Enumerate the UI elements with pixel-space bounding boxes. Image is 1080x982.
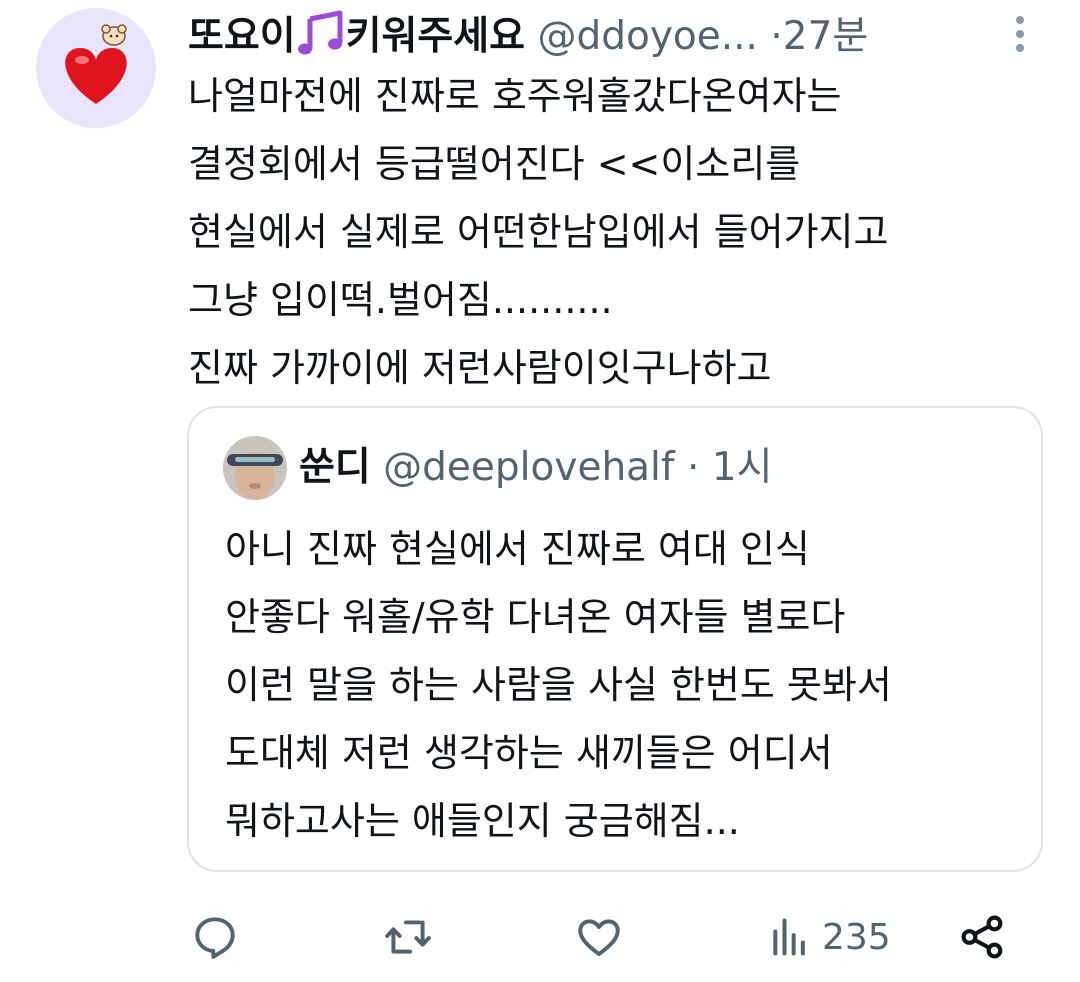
tweet-text-line: 나얼마전에 진짜로 호주워홀갔다온여자는 (188, 74, 842, 118)
avatar[interactable] (36, 8, 156, 128)
views-count: 235 (822, 916, 891, 958)
post-time[interactable]: 27분 (783, 14, 869, 59)
tweet-header: 또요이 키워주세요 @ddoyoe... ·27분 (188, 8, 988, 66)
separator-dot: · (770, 14, 783, 59)
quote-text-line: 아니 진짜 현실에서 진짜로 여대 인식 (225, 527, 810, 571)
quoted-tweet-card[interactable]: 쑨디 @deeplovehalf · 1시 아니 진짜 현실에서 진짜로 여대 … (187, 406, 1043, 872)
views-icon (773, 918, 805, 956)
quote-avatar (223, 436, 287, 500)
retweet-icon (385, 920, 431, 954)
display-name-suffix[interactable]: 키워주세요 (346, 14, 525, 59)
more-dot-icon (1016, 16, 1024, 24)
share-button[interactable] (958, 905, 1008, 969)
quote-text-line: 안좋다 워홀/유학 다녀온 여자들 별로다 (225, 595, 846, 639)
person-photo-avatar (223, 436, 287, 500)
quote-user-handle[interactable]: @deeplovehalf (383, 445, 674, 490)
user-handle[interactable]: @ddoyoe... (537, 14, 758, 59)
quote-text-line: 이런 말을 하는 사람을 사실 한번도 못봐서 (225, 663, 892, 707)
action-bar: 235 (188, 905, 1018, 969)
like-icon (578, 919, 620, 957)
quote-display-name[interactable]: 쑨디 (299, 445, 371, 490)
reply-button[interactable] (190, 905, 240, 969)
views-button[interactable]: 235 (768, 905, 891, 969)
quote-post-time[interactable]: 1시 (712, 445, 773, 490)
tweet-text-line: 그냥 입이떡.벌어짐.......... (188, 278, 613, 322)
share-icon (961, 915, 1003, 959)
reply-icon (195, 917, 235, 959)
like-button[interactable] (574, 905, 624, 969)
tweet-text-line: 진짜 가까이에 저런사람이잇구나하고 (188, 346, 772, 390)
retweet-button[interactable] (382, 905, 434, 969)
more-dot-icon (1016, 30, 1024, 38)
more-options-button[interactable] (1005, 12, 1035, 56)
quote-text-line: 뭐하고사는 애들인지 궁금해짐... (225, 799, 740, 843)
tweet-text: 나얼마전에 진짜로 호주워홀갔다온여자는 결정회에서 등급떨어진다 <<이소리를… (188, 62, 1048, 402)
quote-text: 아니 진짜 현실에서 진짜로 여대 인식 안좋다 워홀/유학 다녀온 여자들 별… (225, 515, 1025, 855)
separator-dot: · (687, 445, 700, 490)
music-note-icon (297, 10, 343, 55)
quote-text-line: 도대체 저런 생각하는 새끼들은 어디서 (225, 731, 833, 775)
tweet-text-line: 현실에서 실제로 어떤한남입에서 들어가지고 (188, 210, 889, 254)
more-dot-icon (1016, 44, 1024, 52)
display-name[interactable]: 또요이 (188, 14, 296, 59)
tweet-text-line: 결정회에서 등급떨어진다 <<이소리를 (188, 142, 801, 186)
quote-header: 쑨디 @deeplovehalf · 1시 (299, 436, 773, 500)
heart-avatar-image (65, 24, 127, 104)
